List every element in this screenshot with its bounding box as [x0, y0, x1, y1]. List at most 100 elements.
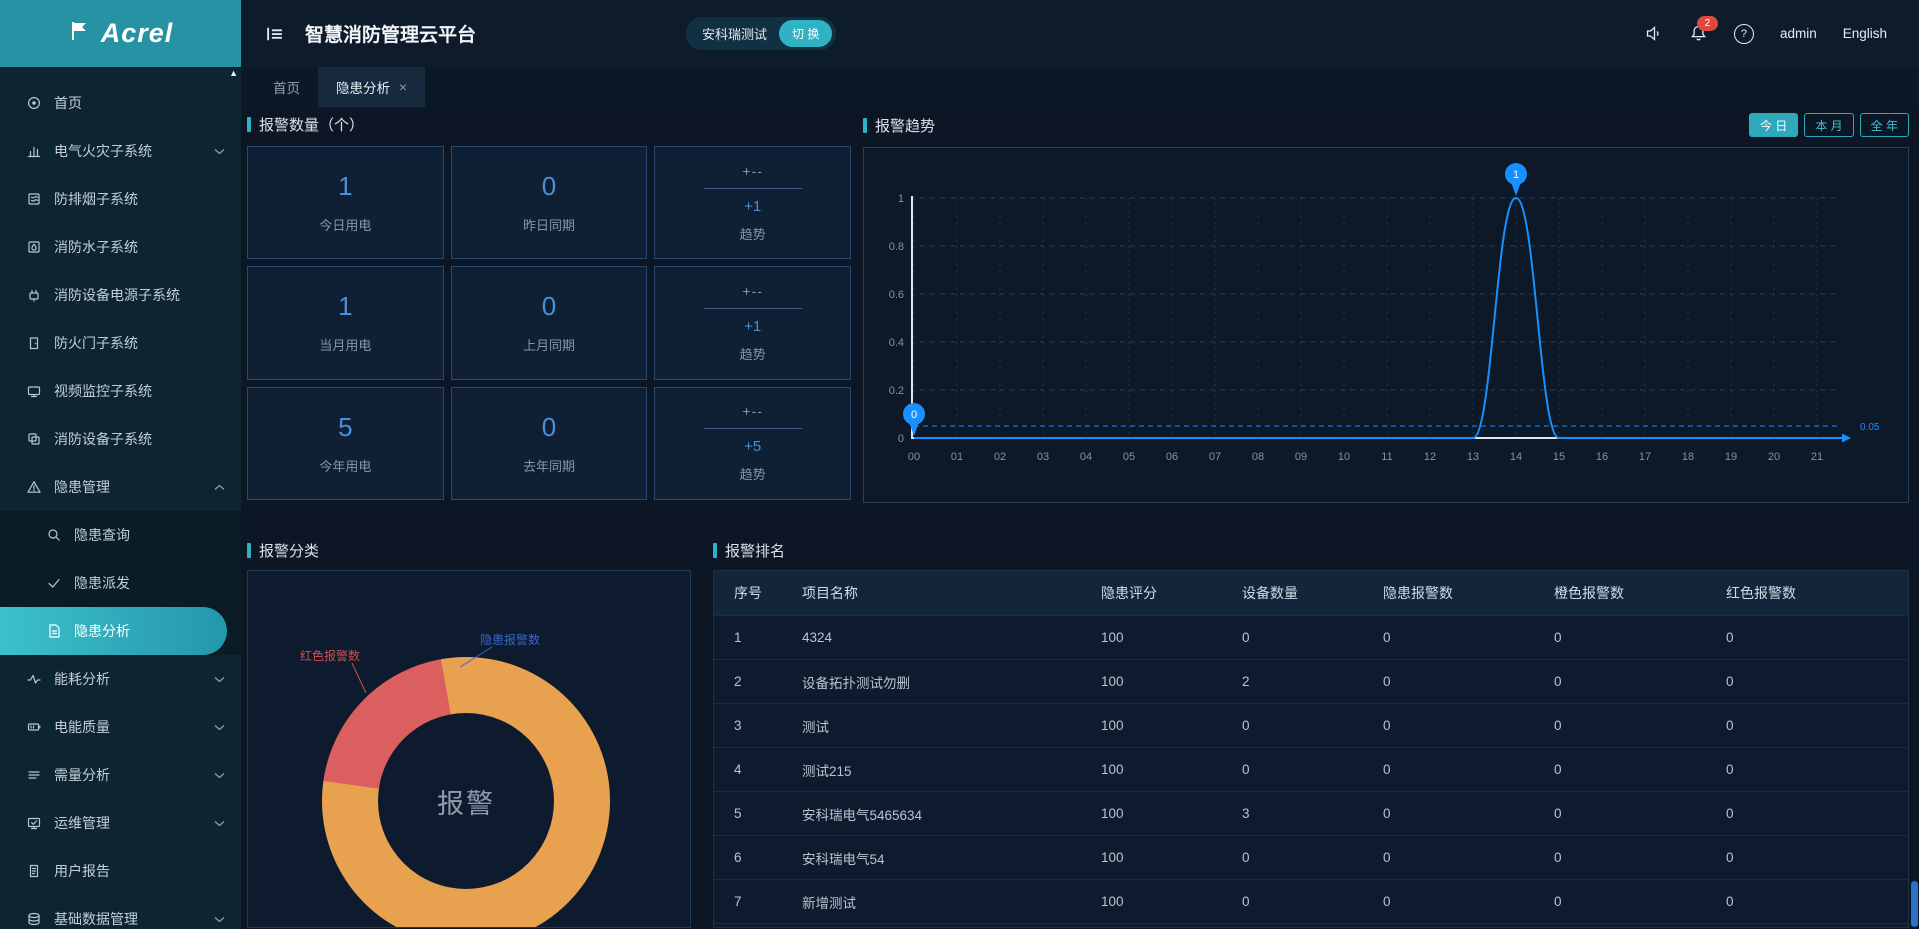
page-scrollbar-thumb[interactable] — [1911, 881, 1918, 927]
sidebar-item[interactable]: 消防设备子系统 — [0, 415, 241, 463]
svg-text:0.05: 0.05 — [1860, 422, 1880, 433]
sidebar-item-label: 首页 — [54, 93, 82, 113]
search-icon — [46, 527, 62, 543]
trend-value: +1 — [744, 198, 761, 215]
table-row[interactable]: 3测试1000000 — [714, 704, 1908, 748]
table-row[interactable]: 7新增测试1000000 — [714, 880, 1908, 924]
trend-delta: +-- — [742, 283, 763, 299]
sidebar-scroll-up-icon[interactable]: ▲ — [229, 69, 238, 78]
table-cell: 3 — [1242, 806, 1383, 821]
page-scrollbar[interactable] — [1910, 67, 1918, 929]
stat-label: 当月用电 — [319, 335, 371, 354]
table-cell: 0 — [1242, 762, 1383, 777]
sidebar-item[interactable]: 防火门子系统 — [0, 319, 241, 367]
alarm-count-title-row: 报警数量（个） — [247, 113, 851, 135]
sidebar-item[interactable]: 隐患管理 — [0, 463, 241, 511]
sidebar-item[interactable]: 防排烟子系统 — [0, 175, 241, 223]
sidebar-item-label: 电气火灾子系统 — [54, 141, 152, 161]
sidebar-item[interactable]: 视频监控子系统 — [0, 367, 241, 415]
table-cell: 100 — [1101, 850, 1242, 865]
trend-card: +--+5趋势 — [654, 387, 851, 500]
table-cell: 100 — [1101, 762, 1242, 777]
stat-label: 趋势 — [740, 224, 766, 243]
stat-card: 0昨日同期 — [451, 146, 648, 259]
chevron-up-icon — [214, 484, 225, 491]
tab-label: 首页 — [273, 77, 300, 97]
table-row[interactable]: 4测试2151000000 — [714, 748, 1908, 792]
alarm-category-title-row: 报警分类 — [247, 539, 691, 561]
close-icon[interactable]: × — [399, 79, 407, 95]
sidebar-item-label: 需量分析 — [54, 765, 110, 785]
tab[interactable]: 隐患分析× — [318, 67, 425, 107]
device-icon — [26, 431, 42, 447]
table-row[interactable]: 5安科瑞电气54656341003000 — [714, 792, 1908, 836]
range-button[interactable]: 今 日 — [1749, 113, 1798, 137]
sidebar-item[interactable]: 消防水子系统 — [0, 223, 241, 271]
sidebar-item[interactable]: 隐患派发 — [0, 559, 241, 607]
svg-text:14: 14 — [1510, 451, 1522, 463]
project-name: 安科瑞测试 — [702, 24, 767, 43]
alarm-count-title: 报警数量（个） — [259, 114, 364, 135]
sidebar-item-label: 防排烟子系统 — [54, 189, 138, 209]
alarm-trend-head: 报警趋势 今 日本 月全 年 — [863, 113, 1909, 137]
svg-text:09: 09 — [1295, 451, 1307, 463]
sidebar-item[interactable]: 能耗分析 — [0, 655, 241, 703]
ops-icon — [26, 815, 42, 831]
battery-icon — [26, 719, 42, 735]
svg-text:15: 15 — [1553, 451, 1565, 463]
table-row[interactable]: 6安科瑞电气541000000 — [714, 836, 1908, 880]
language-switch[interactable]: English — [1843, 26, 1887, 41]
bell-icon[interactable]: 2 — [1689, 24, 1708, 43]
table-header-cell: 隐患报警数 — [1383, 583, 1554, 603]
sidebar-item[interactable]: 运维管理 — [0, 799, 241, 847]
help-icon[interactable]: ? — [1734, 24, 1754, 44]
alarm-category-panel: 报警 隐患报警数 红色报警数 — [247, 570, 691, 928]
sidebar-item[interactable]: 电能质量 — [0, 703, 241, 751]
svg-text:10: 10 — [1338, 451, 1350, 463]
sidebar-item-active[interactable]: 隐患分析 — [0, 607, 227, 655]
stat-value: 1 — [338, 291, 352, 322]
door-icon — [26, 335, 42, 351]
trend-chart-svg: 00.20.40.60.8100010203040506070809101112… — [864, 148, 1908, 502]
report-icon — [26, 863, 42, 879]
menu-toggle-icon[interactable] — [265, 24, 285, 44]
sidebar-item[interactable]: 需量分析 — [0, 751, 241, 799]
svg-text:06: 06 — [1166, 451, 1178, 463]
svg-text:03: 03 — [1037, 451, 1049, 463]
sidebar-item-label: 视频监控子系统 — [54, 381, 152, 401]
donut-chart: 报警 — [322, 657, 610, 928]
table-row[interactable]: 2设备拓扑测试勿删1002000 — [714, 660, 1908, 704]
sound-icon[interactable] — [1644, 24, 1663, 43]
sidebar-item[interactable]: 用户报告 — [0, 847, 241, 895]
sidebar-item-label: 隐患分析 — [74, 621, 130, 641]
sidebar-item-label: 隐患派发 — [74, 573, 130, 593]
table-cell: 100 — [1101, 718, 1242, 733]
table-cell: 0 — [1726, 630, 1908, 645]
sidebar: 首页电气火灾子系统防排烟子系统消防水子系统消防设备电源子系统防火门子系统视频监控… — [0, 67, 241, 929]
table-cell: 新增测试 — [802, 892, 1101, 912]
donut-label-red-alarms: 红色报警数 — [300, 647, 360, 664]
table-cell: 测试 — [802, 716, 1101, 736]
trend-range-buttons: 今 日本 月全 年 — [1749, 113, 1909, 137]
stat-value: 0 — [542, 291, 556, 322]
table-cell: 0 — [1383, 850, 1554, 865]
sidebar-item[interactable]: 隐患查询 — [0, 511, 241, 559]
chart-icon — [26, 143, 42, 159]
tab[interactable]: 首页 — [255, 67, 318, 107]
top-header: Acrel 智慧消防管理云平台 安科瑞测试 切 换 2 ? admin Engl… — [0, 0, 1919, 67]
table-cell: 0 — [1242, 718, 1383, 733]
file-icon — [46, 623, 62, 639]
stat-card: 5今年用电 — [247, 387, 444, 500]
project-switch-button[interactable]: 切 换 — [779, 20, 832, 47]
section-title-marker — [247, 117, 251, 132]
sidebar-item[interactable]: 电气火灾子系统 — [0, 127, 241, 175]
user-menu[interactable]: admin — [1780, 26, 1817, 41]
sidebar-item[interactable]: 基础数据管理 — [0, 895, 241, 929]
table-row[interactable]: 143241000000 — [714, 616, 1908, 660]
svg-text:07: 07 — [1209, 451, 1221, 463]
range-button[interactable]: 本 月 — [1804, 113, 1853, 137]
table-cell: 0 — [1554, 806, 1726, 821]
sidebar-item[interactable]: 消防设备电源子系统 — [0, 271, 241, 319]
range-button[interactable]: 全 年 — [1860, 113, 1909, 137]
sidebar-item[interactable]: 首页 — [0, 79, 241, 127]
